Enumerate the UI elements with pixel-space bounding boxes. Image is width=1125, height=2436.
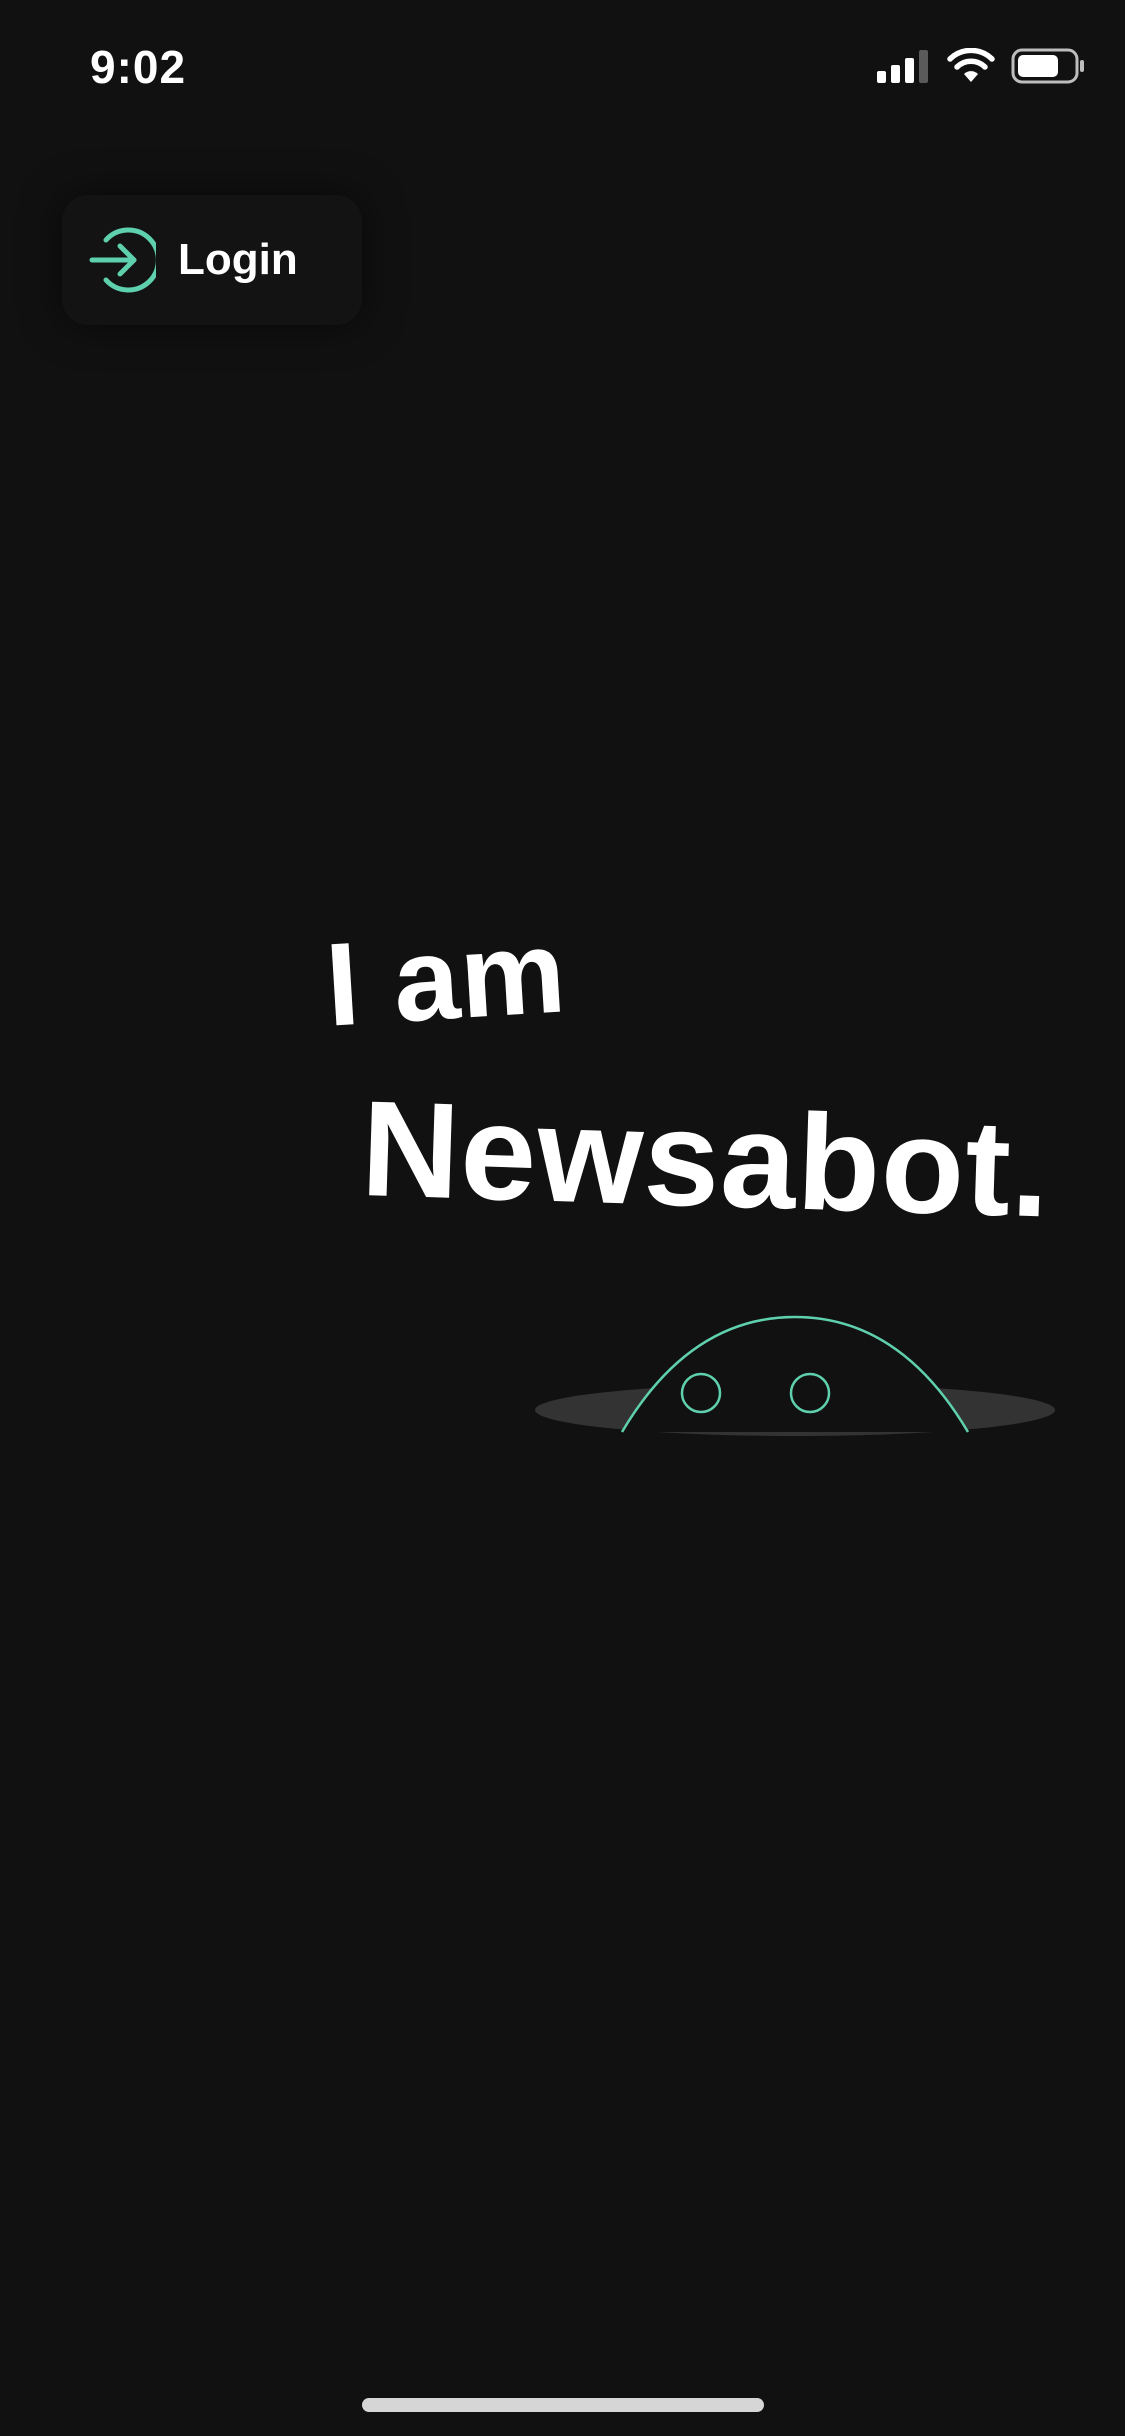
headline-line-1: I am [322,905,570,1052]
status-icons [877,48,1085,84]
home-indicator[interactable] [362,2398,764,2412]
battery-icon [1011,48,1084,84]
status-time: 9:02 [90,41,187,93]
cellular-signal-icon [877,50,928,83]
welcome-screen: 9:02 Login I am Newsabot. [0,0,1125,2436]
headline-line-2: Newsabot. [359,1071,1053,1246]
wifi-icon [947,48,995,82]
robot-peeking-icon [535,1315,1055,1436]
status-bar: 9:02 [0,0,1125,140]
login-button[interactable]: Login [62,195,362,325]
robot-head-fill [622,1317,968,1432]
login-arrow-icon [89,227,156,293]
login-label: Login [178,235,298,284]
